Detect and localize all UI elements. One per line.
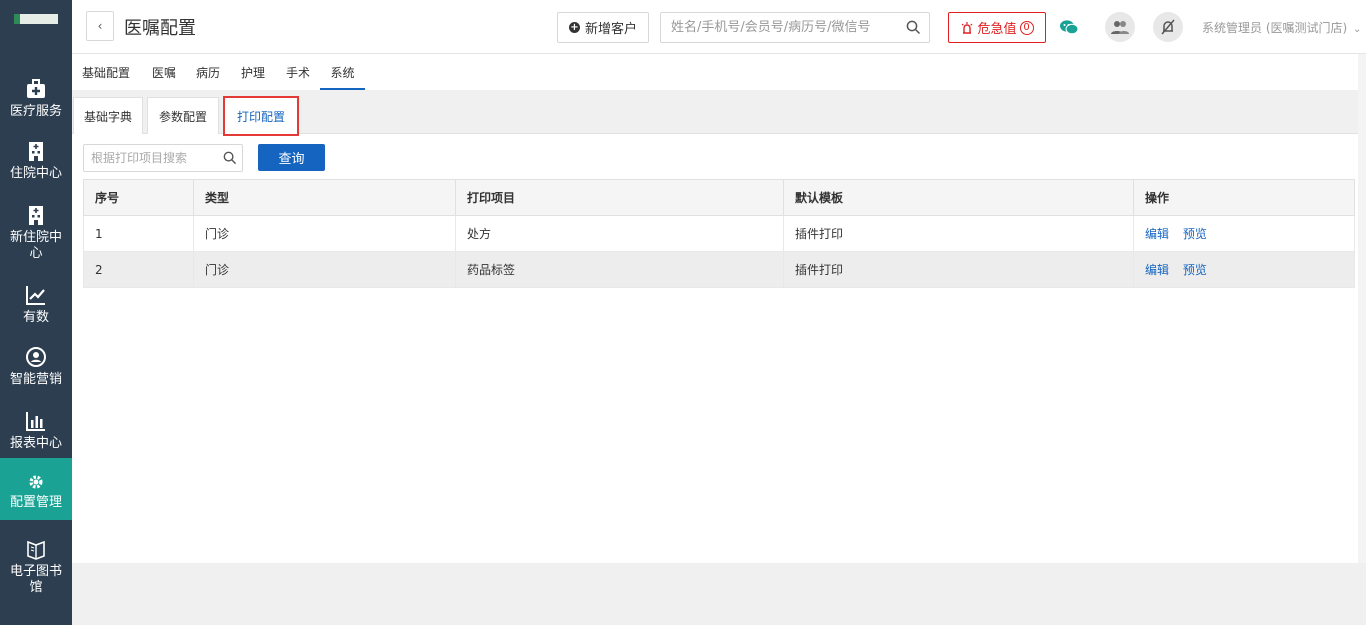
sidebar-item-label: 智能营销 — [9, 372, 62, 387]
trend-chart-icon — [26, 286, 45, 305]
global-search — [660, 12, 930, 43]
footer-area — [72, 563, 1366, 625]
column-header-actions: 操作 — [1133, 179, 1355, 216]
edit-link[interactable]: 编辑 — [1145, 227, 1169, 241]
cell-type: 门诊 — [193, 215, 456, 252]
scrollbar[interactable] — [1358, 54, 1366, 563]
gear-icon — [29, 475, 43, 489]
chevron-left-icon: ‹ — [97, 19, 103, 33]
query-button[interactable]: 查询 — [258, 144, 325, 171]
preview-link[interactable]: 预览 — [1183, 263, 1207, 277]
cell-actions: 编辑 预览 — [1133, 251, 1355, 288]
sidebar-item-label: 住院中心 — [9, 166, 62, 181]
main-content: 基础字典 参数配置 打印配置 查询 序号 类型 打印项目 默认模板 操作 1 门… — [72, 90, 1366, 563]
sidebar-item-medical-service[interactable]: 医疗服务 — [0, 78, 72, 124]
bar-chart-icon — [26, 412, 45, 431]
print-item-search — [83, 144, 243, 172]
column-header-index[interactable]: 序号 — [83, 179, 194, 216]
page-title: 医嘱配置 — [124, 18, 196, 39]
new-customer-label: 新增客户 — [584, 22, 637, 37]
sidebar-item-label: 电子图书馆 — [9, 564, 62, 595]
sub-tabs: 基础字典 参数配置 打印配置 — [72, 90, 1366, 136]
sidebar-item-label: 配置管理 — [9, 495, 62, 510]
subtab-parameter-config[interactable]: 参数配置 — [147, 97, 219, 134]
chevron-down-icon: ⌄ — [1353, 24, 1362, 35]
cell-print-item: 药品标签 — [455, 251, 784, 288]
sidebar-item-label: 医疗服务 — [9, 104, 62, 119]
book-icon — [27, 540, 45, 560]
sidebar-item-inpatient-center[interactable]: 住院中心 — [0, 140, 72, 186]
tab-system[interactable]: 系统 — [320, 64, 365, 90]
search-icon[interactable] — [906, 20, 921, 35]
alarm-icon — [962, 21, 973, 34]
user-menu[interactable]: 系统管理员 (医嘱测试门店) ⌄ — [1202, 19, 1361, 36]
user-circle-icon — [26, 347, 46, 367]
column-header-print-item[interactable]: 打印项目 — [455, 179, 784, 216]
tab-medical-record[interactable]: 病历 — [196, 64, 220, 81]
preview-link[interactable]: 预览 — [1183, 227, 1207, 241]
sidebar-item-new-inpatient-center[interactable]: 新住院中心 — [0, 204, 72, 264]
hospital-building-icon — [29, 206, 43, 225]
cell-index: 2 — [83, 251, 194, 288]
sidebar-item-smart-marketing[interactable]: 智能营销 — [0, 346, 72, 392]
column-header-default-template[interactable]: 默认模板 — [783, 179, 1134, 216]
cell-actions: 编辑 预览 — [1133, 215, 1355, 252]
subtab-basic-dictionary[interactable]: 基础字典 — [73, 97, 143, 134]
sidebar-item-data[interactable]: 有数 — [0, 284, 72, 330]
critical-value-label: 危急值 — [977, 22, 1017, 37]
global-search-input[interactable] — [661, 13, 891, 42]
back-button[interactable]: ‹ — [86, 11, 114, 41]
cell-print-item: 处方 — [455, 215, 784, 252]
critical-value-count: 0 — [1019, 20, 1034, 35]
cell-type: 门诊 — [193, 251, 456, 288]
cell-template: 插件打印 — [783, 215, 1134, 252]
logo — [14, 14, 58, 24]
medical-kit-icon — [27, 79, 45, 98]
sidebar-item-label: 有数 — [22, 310, 49, 325]
edit-link[interactable]: 编辑 — [1145, 263, 1169, 277]
cell-template: 插件打印 — [783, 251, 1134, 288]
plus-circle-icon: + — [568, 22, 580, 33]
table-header-row: 序号 类型 打印项目 默认模板 操作 — [83, 179, 1355, 216]
print-item-search-input[interactable] — [84, 145, 214, 171]
sidebar-item-label: 新住院中心 — [9, 230, 62, 261]
subtab-print-config[interactable]: 打印配置 — [223, 96, 299, 136]
tab-surgery[interactable]: 手术 — [286, 64, 310, 81]
bell-off-icon[interactable] — [1153, 12, 1183, 42]
tab-orders[interactable]: 医嘱 — [152, 64, 176, 81]
top-tabs: 基础配置 医嘱 病历 护理 手术 系统 — [72, 54, 1366, 90]
sidebar-item-report-center[interactable]: 报表中心 — [0, 410, 72, 456]
user-name-label: 系统管理员 (医嘱测试门店) — [1202, 21, 1348, 35]
user-group-icon[interactable] — [1105, 12, 1135, 42]
wechat-icon[interactable] — [1054, 12, 1084, 42]
sidebar-item-config-management[interactable]: 配置管理 — [0, 458, 72, 520]
cell-index: 1 — [83, 215, 194, 252]
hospital-building-icon — [29, 142, 43, 161]
column-header-type[interactable]: 类型 — [193, 179, 456, 216]
sidebar-item-e-library[interactable]: 电子图书馆 — [0, 538, 72, 598]
table-row: 2 门诊 药品标签 插件打印 编辑 预览 — [83, 251, 1355, 288]
new-customer-button[interactable]: + 新增客户 — [557, 12, 649, 43]
table-row: 1 门诊 处方 插件打印 编辑 预览 — [83, 215, 1355, 252]
search-icon[interactable] — [223, 151, 237, 165]
sidebar-item-label: 报表中心 — [9, 436, 62, 451]
critical-value-button[interactable]: 危急值 0 — [948, 12, 1046, 43]
sidebar: 医疗服务 住院中心 新住院中心 有数 智能营销 报表中心 配置管理 电子图书馆 — [0, 0, 72, 625]
tab-nursing[interactable]: 护理 — [241, 64, 265, 81]
header: ‹ 医嘱配置 + 新增客户 危急值 0 系统管理员 (医嘱测试门店) ⌄ — [72, 0, 1366, 54]
print-config-table: 序号 类型 打印项目 默认模板 操作 1 门诊 处方 插件打印 编辑 预览 2 … — [83, 179, 1355, 288]
tab-basic-config[interactable]: 基础配置 — [82, 64, 130, 81]
